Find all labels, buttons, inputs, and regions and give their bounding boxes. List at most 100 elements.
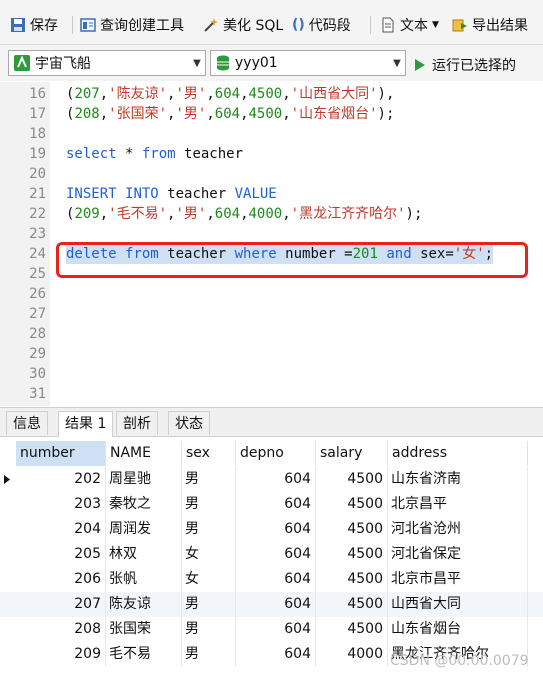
cell-number[interactable]: 205: [16, 542, 106, 567]
row-marker: [0, 592, 16, 617]
cell-depno[interactable]: 604: [236, 517, 316, 542]
beautify-sql-button[interactable]: 美化 SQL: [203, 14, 283, 36]
table-row[interactable]: 207 陈友谅男 604 4500 山西省大同: [0, 592, 543, 617]
cell-depno[interactable]: 604: [236, 542, 316, 567]
code-line: 28: [0, 324, 543, 344]
sql-editor[interactable]: 16 (207,'陈友谅','男',604,4500,'山西省大同'), 17 (20…: [0, 82, 543, 406]
tab-info[interactable]: 信息: [6, 411, 48, 435]
cell-name[interactable]: 张国荣: [106, 617, 182, 642]
line-number: 25: [29, 266, 46, 282]
save-icon: [10, 17, 26, 33]
cell-number[interactable]: 202: [16, 467, 106, 492]
cell-name[interactable]: 秦牧之: [106, 492, 182, 517]
run-selected-button[interactable]: 运行已选择的: [414, 55, 516, 75]
cell-address[interactable]: 山东省烟台: [388, 617, 528, 642]
cell-salary[interactable]: 4500: [316, 617, 388, 642]
cell-depno[interactable]: 604: [236, 567, 316, 592]
code-text: (208,'张国荣','男',604,4500,'山东省烟台');: [66, 106, 395, 122]
cell-salary[interactable]: 4500: [316, 567, 388, 592]
table-row[interactable]: 203 秦牧之男 604 4500 北京昌平: [0, 492, 543, 517]
beautify-label: 美化 SQL: [223, 18, 284, 34]
tab-status[interactable]: 状态: [168, 411, 210, 435]
result-grid: number NAME sex depno salary address 202…: [0, 437, 543, 680]
line-number: 18: [29, 126, 46, 142]
cell-salary[interactable]: 4500: [316, 492, 388, 517]
query-builder-button[interactable]: 查询创建工具: [80, 14, 184, 36]
cell-salary[interactable]: 4500: [316, 517, 388, 542]
row-marker: [0, 617, 16, 642]
chevron-down-icon: ▼: [193, 57, 201, 69]
cell-depno[interactable]: 604: [236, 642, 316, 667]
column-header-depno[interactable]: depno: [236, 441, 316, 466]
cell-name[interactable]: 周星驰: [106, 467, 182, 492]
line-number: 21: [29, 186, 46, 202]
cell-sex[interactable]: 男: [182, 592, 236, 617]
database-select[interactable]: yyy01 ▼: [210, 50, 406, 76]
cell-sex[interactable]: 男: [182, 467, 236, 492]
column-header-name[interactable]: NAME: [106, 441, 182, 466]
text-button[interactable]: 文本 ▼: [380, 14, 439, 36]
tab-profile[interactable]: 剖析: [116, 411, 158, 435]
snippet-button[interactable]: () 代码段: [292, 14, 351, 36]
code-line: 27: [0, 304, 543, 324]
cell-sex[interactable]: 女: [182, 567, 236, 592]
column-header-salary[interactable]: salary: [316, 441, 388, 466]
cell-salary[interactable]: 4500: [316, 592, 388, 617]
table-row[interactable]: 202 周星驰男 604 4500 山东省济南: [0, 467, 543, 492]
cell-address[interactable]: 山东省济南: [388, 467, 528, 492]
column-header-sex[interactable]: sex: [182, 441, 236, 466]
cell-number[interactable]: 204: [16, 517, 106, 542]
cell-depno[interactable]: 604: [236, 492, 316, 517]
tab-result-1[interactable]: 结果 1: [58, 411, 114, 437]
cell-address[interactable]: 河北省沧州: [388, 517, 528, 542]
code-text: select * from teacher: [66, 146, 244, 162]
connection-select[interactable]: 宇宙飞船 ▼: [8, 50, 206, 76]
cell-name[interactable]: 周润发: [106, 517, 182, 542]
table-row[interactable]: 204 周润发男 604 4500 河北省沧州: [0, 517, 543, 542]
cell-number[interactable]: 207: [16, 592, 106, 617]
code-line: 29: [0, 344, 543, 364]
column-header-number[interactable]: number: [16, 441, 106, 466]
connection-bar: 宇宙飞船 ▼ yyy01 ▼ 运行已选择的: [0, 45, 543, 81]
cell-address[interactable]: 北京市昌平: [388, 567, 528, 592]
cell-sex[interactable]: 男: [182, 617, 236, 642]
cell-sex[interactable]: 女: [182, 542, 236, 567]
cell-sex[interactable]: 男: [182, 517, 236, 542]
cell-depno[interactable]: 604: [236, 617, 316, 642]
cell-address[interactable]: 北京昌平: [388, 492, 528, 517]
code-line: 26: [0, 284, 543, 304]
beautify-icon: [203, 17, 219, 33]
result-tabs: 信息 结果 1 剖析 状态: [0, 407, 543, 437]
run-selected-label: 运行已选择的: [432, 58, 516, 74]
export-button[interactable]: 导出结果: [452, 14, 528, 36]
cell-name[interactable]: 毛不易: [106, 642, 182, 667]
cell-salary[interactable]: 4000: [316, 642, 388, 667]
cell-name[interactable]: 林双: [106, 542, 182, 567]
cell-number[interactable]: 209: [16, 642, 106, 667]
cell-salary[interactable]: 4500: [316, 542, 388, 567]
column-header-address[interactable]: address: [388, 441, 528, 466]
table-row[interactable]: 208 张国荣男 604 4500 山东省烟台: [0, 617, 543, 642]
cell-name[interactable]: 陈友谅: [106, 592, 182, 617]
cell-depno[interactable]: 604: [236, 592, 316, 617]
line-number: 16: [29, 86, 46, 102]
cell-address[interactable]: 河北省保定: [388, 542, 528, 567]
cell-depno[interactable]: 604: [236, 467, 316, 492]
cell-number[interactable]: 203: [16, 492, 106, 517]
export-label: 导出结果: [472, 18, 528, 34]
connection-icon: [13, 54, 31, 72]
cell-address[interactable]: 山西省大同: [388, 592, 528, 617]
cell-number[interactable]: 208: [16, 617, 106, 642]
cell-number[interactable]: 206: [16, 567, 106, 592]
cell-sex[interactable]: 男: [182, 642, 236, 667]
snippet-icon: (): [292, 17, 305, 33]
save-button[interactable]: 保存: [10, 14, 58, 36]
export-icon: [452, 17, 468, 33]
table-row[interactable]: 206 张帆女 604 4500 北京市昌平: [0, 567, 543, 592]
line-number: 24: [29, 246, 46, 262]
cell-sex[interactable]: 男: [182, 492, 236, 517]
cell-salary[interactable]: 4500: [316, 467, 388, 492]
cell-name[interactable]: 张帆: [106, 567, 182, 592]
chevron-down-icon: ▼: [432, 20, 439, 30]
table-row[interactable]: 205 林双女 604 4500 河北省保定: [0, 542, 543, 567]
